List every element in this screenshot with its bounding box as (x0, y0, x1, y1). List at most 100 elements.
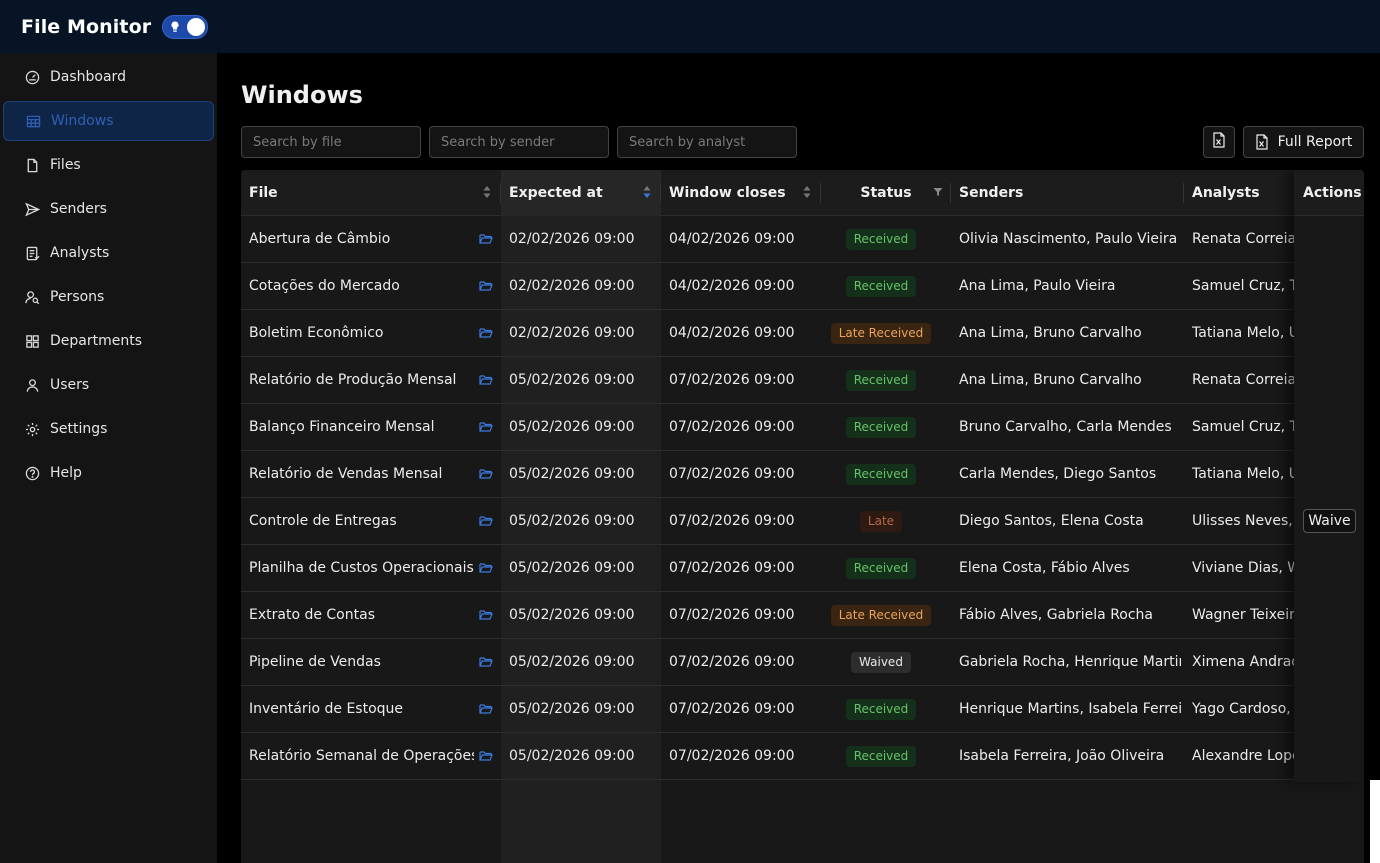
folder-open-icon[interactable] (479, 561, 493, 575)
file-name-cell: Relatório de Vendas Mensal (249, 466, 443, 482)
sidebar-item-label: Persons (50, 289, 105, 305)
folder-open-icon[interactable] (479, 232, 493, 246)
analysts-cell: Renata Correia, S (1192, 372, 1294, 388)
folder-open-icon[interactable] (479, 326, 493, 340)
sidebar: Dashboard Windows Files Senders Analysts… (0, 53, 217, 863)
clipboard-icon (24, 245, 40, 261)
expected-at-cell: 05/02/2026 09:00 (509, 607, 635, 623)
window-closes-cell: 07/02/2026 09:00 (669, 466, 795, 482)
sidebar-item-analysts[interactable]: Analysts (3, 233, 214, 273)
status-badge: Received (845, 228, 917, 250)
column-header-senders[interactable]: Senders (951, 170, 1184, 216)
sort-icon (803, 186, 811, 198)
full-report-button[interactable]: Full Report (1243, 126, 1364, 158)
search-sender-input[interactable] (429, 126, 609, 158)
status-cell: Late Received (821, 310, 941, 356)
file-name-cell: Planilha de Custos Operacionais (249, 560, 474, 576)
sidebar-item-users[interactable]: Users (3, 365, 214, 405)
senders-cell: Olivia Nascimento, Paulo Vieira (959, 231, 1178, 247)
column-label: File (249, 185, 278, 201)
sidebar-item-persons[interactable]: Persons (3, 277, 214, 317)
search-file-input[interactable] (241, 126, 421, 158)
export-excel-button[interactable] (1203, 126, 1235, 158)
waive-button[interactable]: Waive (1303, 509, 1356, 533)
analysts-cell: Ximena Andrade (1192, 654, 1294, 670)
theme-toggle[interactable] (162, 14, 209, 39)
file-name-cell: Boletim Econômico (249, 325, 384, 341)
toggle-knob (187, 17, 206, 36)
column-header-window-closes[interactable]: Window closes (661, 170, 821, 216)
expected-at-cell: 05/02/2026 09:00 (509, 372, 635, 388)
expected-at-cell: 05/02/2026 09:00 (509, 513, 635, 529)
sort-ascending-icon (643, 186, 651, 198)
column-header-analysts[interactable]: Analysts (1184, 170, 1294, 216)
file-name-cell: Inventário de Estoque (249, 701, 404, 717)
sidebar-item-windows[interactable]: Windows (3, 101, 214, 141)
sidebar-item-label: Settings (50, 421, 108, 437)
status-cell: Received (821, 216, 941, 262)
expected-at-cell: 05/02/2026 09:00 (509, 419, 635, 435)
status-badge: Received (845, 369, 917, 391)
column-label: Senders (959, 185, 1024, 201)
search-analyst-input[interactable] (617, 126, 797, 158)
folder-open-icon[interactable] (479, 749, 493, 763)
calendar-grid-icon (25, 113, 41, 129)
table-row: Balanço Financeiro Mensal 05/02/2026 09:0… (241, 404, 1364, 451)
sidebar-item-settings[interactable]: Settings (3, 409, 214, 449)
analysts-cell: Renata Correia, S (1192, 231, 1294, 247)
sidebar-item-label: Senders (50, 201, 107, 217)
expected-at-cell: 02/02/2026 09:00 (509, 278, 635, 294)
column-label: Actions (1303, 184, 1362, 201)
senders-cell: Bruno Carvalho, Carla Mendes (959, 419, 1172, 435)
status-cell: Received (821, 545, 941, 591)
sidebar-item-help[interactable]: Help (3, 453, 214, 493)
table-row: Boletim Econômico 02/02/2026 09:00 04/02/2… (241, 310, 1364, 357)
scrollbar-edge (1370, 780, 1380, 863)
folder-open-icon[interactable] (479, 373, 493, 387)
folder-open-icon[interactable] (479, 608, 493, 622)
sidebar-item-senders[interactable]: Senders (3, 189, 214, 229)
table-header: File Expected at Window closes Status Se (241, 170, 1364, 216)
sidebar-item-label: Help (50, 465, 82, 481)
table-row: Planilha de Custos Operacionais 05/02/202… (241, 545, 1364, 592)
senders-cell: Gabriela Rocha, Henrique Martins (959, 654, 1181, 670)
file-name-cell: Abertura de Câmbio (249, 231, 391, 247)
full-report-label: Full Report (1277, 134, 1353, 150)
lightbulb-icon (171, 20, 179, 36)
expected-at-cell: 05/02/2026 09:00 (509, 701, 635, 717)
sidebar-item-departments[interactable]: Departments (3, 321, 214, 361)
table-row: Relatório de Vendas Mensal 05/02/2026 09:… (241, 451, 1364, 498)
column-header-expected-at[interactable]: Expected at (501, 170, 661, 216)
table-row: Extrato de Contas 05/02/2026 09:00 07/02/2… (241, 592, 1364, 639)
file-name-cell: Balanço Financeiro Mensal (249, 419, 435, 435)
table-row: Pipeline de Vendas 05/02/2026 09:00 07/02/… (241, 639, 1364, 686)
folder-open-icon[interactable] (479, 420, 493, 434)
filter-icon[interactable] (933, 187, 943, 197)
status-badge: Received (845, 416, 917, 438)
expected-at-cell: 05/02/2026 09:00 (509, 654, 635, 670)
status-badge: Late Received (830, 604, 932, 626)
folder-open-icon[interactable] (479, 514, 493, 528)
sidebar-item-dashboard[interactable]: Dashboard (3, 57, 214, 97)
window-closes-cell: 07/02/2026 09:00 (669, 748, 795, 764)
table-row: Relatório de Produção Mensal 05/02/2026 0… (241, 357, 1364, 404)
sidebar-item-label: Analysts (50, 245, 110, 261)
status-cell: Late (821, 498, 941, 544)
column-header-status[interactable]: Status (821, 170, 951, 216)
grid-icon (24, 333, 40, 349)
analysts-cell: Alexandre Lopes (1192, 748, 1294, 764)
folder-open-icon[interactable] (479, 655, 493, 669)
column-label: Expected at (509, 185, 603, 201)
table-row: Relatório Semanal de Operações 05/02/2026… (241, 733, 1364, 780)
column-label: Analysts (1192, 185, 1260, 201)
send-icon (24, 201, 40, 217)
column-header-file[interactable]: File (241, 170, 501, 216)
sidebar-item-files[interactable]: Files (3, 145, 214, 185)
expected-at-cell: 05/02/2026 09:00 (509, 466, 635, 482)
gear-icon (24, 421, 40, 437)
folder-open-icon[interactable] (479, 467, 493, 481)
analysts-cell: Samuel Cruz, Tat (1192, 419, 1294, 435)
folder-open-icon[interactable] (479, 702, 493, 716)
analysts-cell: Wagner Teixeira, (1192, 607, 1294, 623)
folder-open-icon[interactable] (479, 279, 493, 293)
